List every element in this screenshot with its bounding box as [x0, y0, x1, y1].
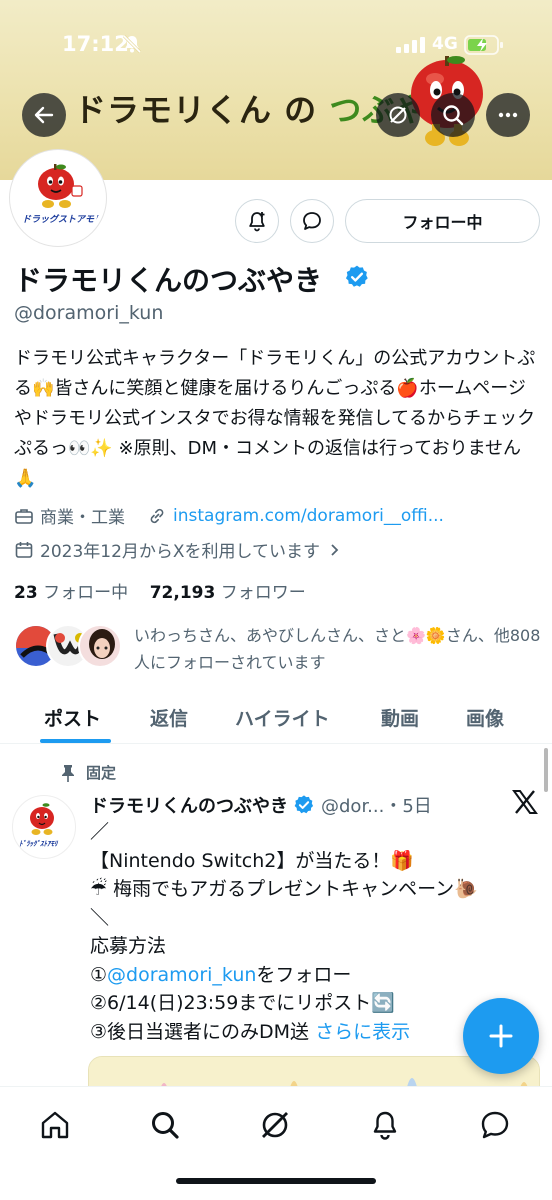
- post-line: 【Nintendo Switch2】が当たる！🎁: [90, 849, 415, 872]
- known-follower-avatar: [78, 624, 122, 668]
- pin-icon: [62, 764, 74, 782]
- verified-badge-icon: [294, 795, 314, 814]
- known-followers[interactable]: いわっちさん、あやびしんさん、さと🌸🌼さん、他808人にフォローされています: [14, 620, 544, 676]
- post-author-name[interactable]: ドラモリくんのつぶやき: [90, 792, 288, 818]
- plus-icon: [489, 1024, 513, 1048]
- banner-title-part2: の: [272, 91, 330, 129]
- profile-joined-row[interactable]: 2023年12月からXを利用しています: [14, 537, 348, 562]
- profile-link[interactable]: instagram.com/doramori__offi...: [147, 506, 444, 526]
- following-count: 23: [14, 583, 38, 603]
- nav-notifications[interactable]: [365, 1105, 405, 1145]
- x-logo-icon: [512, 790, 538, 821]
- tab-replies[interactable]: 返信: [150, 704, 188, 731]
- verified-badge-icon: [344, 264, 370, 294]
- arrow-left-icon: [34, 106, 54, 124]
- tab-posts[interactable]: ポスト: [44, 704, 101, 731]
- post-line-text: ③後日当選者にのみDM送: [90, 1020, 316, 1043]
- search-icon: [443, 105, 464, 126]
- post-line: 応募方法: [90, 935, 167, 957]
- back-button[interactable]: [22, 93, 66, 137]
- nav-home[interactable]: [35, 1105, 75, 1145]
- post-text: ／ 【Nintendo Switch2】が当たる！🎁 ☔ 梅雨でもアガるプレゼントキ…: [90, 818, 530, 1046]
- tab-media[interactable]: 画像: [466, 704, 504, 731]
- nav-explore[interactable]: [145, 1105, 185, 1145]
- more-horizontal-icon: [498, 112, 518, 118]
- message-button[interactable]: [290, 199, 334, 243]
- chevron-right-icon: [331, 543, 339, 556]
- following-label: フォロー中: [43, 583, 129, 603]
- banner-title-part1: ドラモリくん: [74, 91, 273, 129]
- tab-videos[interactable]: 動画: [381, 704, 419, 731]
- status-time: 17:12: [62, 32, 129, 56]
- profile-category: 商業・工業: [40, 508, 125, 528]
- post-header: ドラモリくんのつぶやき @dor...・5日: [90, 792, 432, 818]
- grok-button[interactable]: [376, 93, 420, 137]
- pinned-label: 固定: [86, 764, 117, 782]
- post-line: ②6/14(日)23:59までにリポスト🔄: [90, 992, 395, 1014]
- post-line-suffix: をフォロー: [256, 963, 352, 986]
- show-more-link[interactable]: さらに表示: [315, 1021, 410, 1043]
- grok-icon: [389, 106, 407, 124]
- calendar-icon: [15, 541, 33, 558]
- bell-icon: [373, 1111, 397, 1140]
- post-author-handle-time: @dor...・5日: [321, 796, 432, 817]
- following-button[interactable]: フォロー中: [345, 199, 540, 243]
- profile-bio: ドラモリ公式キャラクター「ドラモリくん」の公式アカウントぷる🙌皆さんに笑顔と健康…: [14, 348, 536, 489]
- home-icon: [41, 1111, 69, 1139]
- svg-text:ﾄﾞﾗｯｸﾞｽﾄｱﾓﾘ: ﾄﾞﾗｯｸﾞｽﾄｱﾓﾘ: [19, 839, 59, 848]
- pinned-indicator: 固定: [60, 762, 116, 783]
- profile-handle: @doramori_kun: [14, 302, 164, 324]
- known-followers-text: いわっちさん、あやびしんさん、さと🌸🌼さん、他808人にフォローされています: [134, 626, 541, 672]
- followers-link[interactable]: 72,193 フォロワー: [150, 583, 306, 603]
- grok-icon: [262, 1112, 288, 1138]
- post-line: ☔ 梅雨でもアガるプレゼントキャンペーン🐌: [90, 878, 478, 900]
- following-link[interactable]: 23 フォロー中: [14, 583, 128, 603]
- post-line: ＼: [90, 906, 110, 929]
- active-tab-indicator: [40, 739, 111, 743]
- search-icon: [152, 1112, 179, 1139]
- profile-display-name: ドラモリくんのつぶやき: [14, 264, 323, 297]
- post-mention-link[interactable]: @doramori_kun: [107, 964, 256, 986]
- profile-tabs: ポスト 返信 ハイライト 動画 画像: [0, 688, 552, 744]
- profile-banner: 17:12 4G ドラモリくん の つぶやき: [0, 0, 552, 180]
- more-options-button[interactable]: [486, 93, 530, 137]
- home-indicator: [176, 1178, 376, 1184]
- profile-meta-row: 商業・工業 instagram.com/doramori__offi...: [14, 503, 444, 528]
- notification-subscribe-button[interactable]: [235, 199, 279, 243]
- compose-post-button[interactable]: [463, 998, 539, 1074]
- profile-link-text[interactable]: instagram.com/doramori__offi...: [173, 506, 444, 526]
- tab-highlights[interactable]: ハイライト: [235, 704, 330, 731]
- follow-stats: 23 フォロー中 72,193 フォロワー: [14, 578, 306, 603]
- avatar-logo-text: ドラッグストアモリ: [22, 215, 104, 225]
- bell-plus-icon: [249, 212, 265, 232]
- post-author-avatar[interactable]: ﾄﾞﾗｯｸﾞｽﾄｱﾓﾘ: [12, 795, 76, 859]
- briefcase-icon: [15, 508, 33, 524]
- post-line: ①@doramori_kunをフォロー: [90, 961, 530, 990]
- chat-bubble-icon: [481, 1111, 509, 1139]
- post-line: ／: [90, 821, 110, 843]
- followers-count: 72,193: [149, 583, 216, 603]
- nav-grok[interactable]: [255, 1105, 295, 1145]
- search-button[interactable]: [431, 93, 475, 137]
- post-line-prefix: ①: [90, 963, 108, 986]
- followers-label: フォロワー: [220, 583, 306, 603]
- link-icon: [150, 508, 164, 523]
- profile-joined: 2023年12月からXを利用しています: [40, 542, 321, 562]
- profile-avatar[interactable]: ドラッグストアモリ: [10, 150, 106, 246]
- scrollbar[interactable]: [544, 748, 548, 792]
- chat-bubble-icon: [303, 212, 321, 230]
- network-type: 4G: [432, 34, 458, 54]
- silent-mode-icon: [122, 34, 142, 58]
- nav-messages[interactable]: [475, 1105, 515, 1145]
